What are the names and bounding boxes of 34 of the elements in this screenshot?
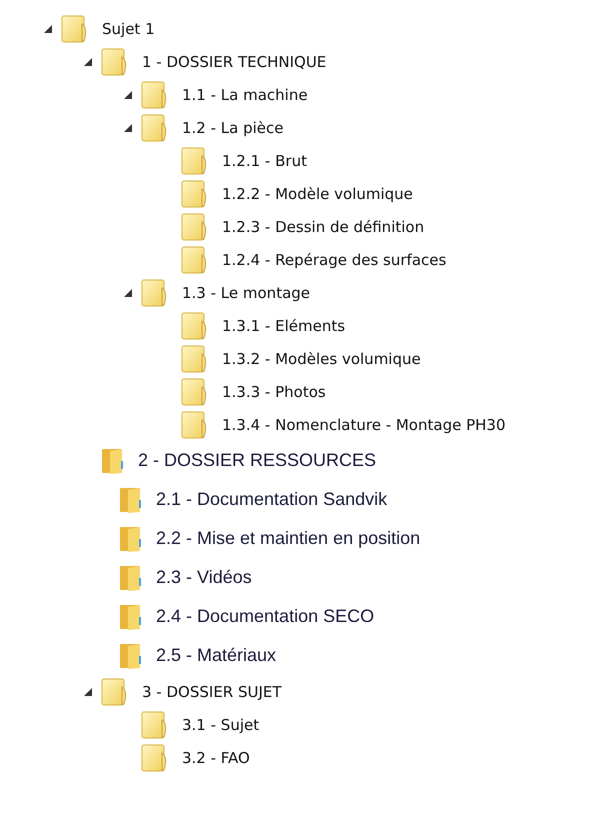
folder-label[interactable]: Sujet 1 <box>102 20 155 38</box>
expanded-arrow-icon[interactable] <box>124 90 132 98</box>
folder-icon <box>118 486 144 514</box>
expanded-arrow-icon[interactable] <box>84 688 92 696</box>
folder-label[interactable]: 3.2 - FAO <box>182 748 250 766</box>
folder-label[interactable]: 1.2.1 - Brut <box>222 152 307 170</box>
folder-label[interactable]: 3 - DOSSIER SUJET <box>142 682 282 700</box>
folder-label[interactable]: 1.2.3 - Dessin de définition <box>222 218 424 236</box>
folder-label[interactable]: 1 - DOSSIER TECHNIQUE <box>142 52 326 70</box>
folder-label[interactable]: 2.2 - Mise et maintien en position <box>156 528 420 549</box>
folder-label[interactable]: 2.3 - Vidéos <box>156 567 252 588</box>
folder-label[interactable]: 2.4 - Documentation SECO <box>156 606 374 627</box>
folder-label[interactable]: 3.1 - Sujet <box>182 716 260 734</box>
folder-icon <box>118 524 144 552</box>
folder-label[interactable]: 1.2 - La pièce <box>182 118 284 136</box>
folder-label[interactable]: 2.1 - Documentation Sandvik <box>156 489 388 510</box>
folder-label[interactable]: 1.3.3 - Photos <box>222 382 326 400</box>
folder-icon <box>118 642 144 670</box>
folder-label[interactable]: 1.3.2 - Modèles volumique <box>222 350 421 368</box>
folder-label[interactable]: 2.5 - Matériaux <box>156 645 276 666</box>
expanded-arrow-icon[interactable] <box>44 24 52 32</box>
folder-label[interactable]: 1.3.4 - Nomenclature - Montage PH30 <box>222 416 506 434</box>
folder-label[interactable]: 1.2.2 - Modèle volumique <box>222 184 413 202</box>
folder-label[interactable]: 1.3 - Le montage <box>182 284 310 302</box>
folder-label[interactable]: 1.3.1 - Eléments <box>222 316 346 334</box>
folder-label[interactable]: 1.2.4 - Repérage des surfaces <box>222 250 446 268</box>
expanded-arrow-icon[interactable] <box>124 288 132 296</box>
expanded-arrow-icon[interactable] <box>84 58 92 66</box>
folder-icon <box>118 564 144 592</box>
folder-icon <box>100 446 126 474</box>
folder-label[interactable]: 1.1 - La machine <box>182 86 308 104</box>
expanded-arrow-icon[interactable] <box>124 124 132 132</box>
folder-icon <box>118 602 144 630</box>
folder-label[interactable]: 2 - DOSSIER RESSOURCES <box>138 450 376 471</box>
